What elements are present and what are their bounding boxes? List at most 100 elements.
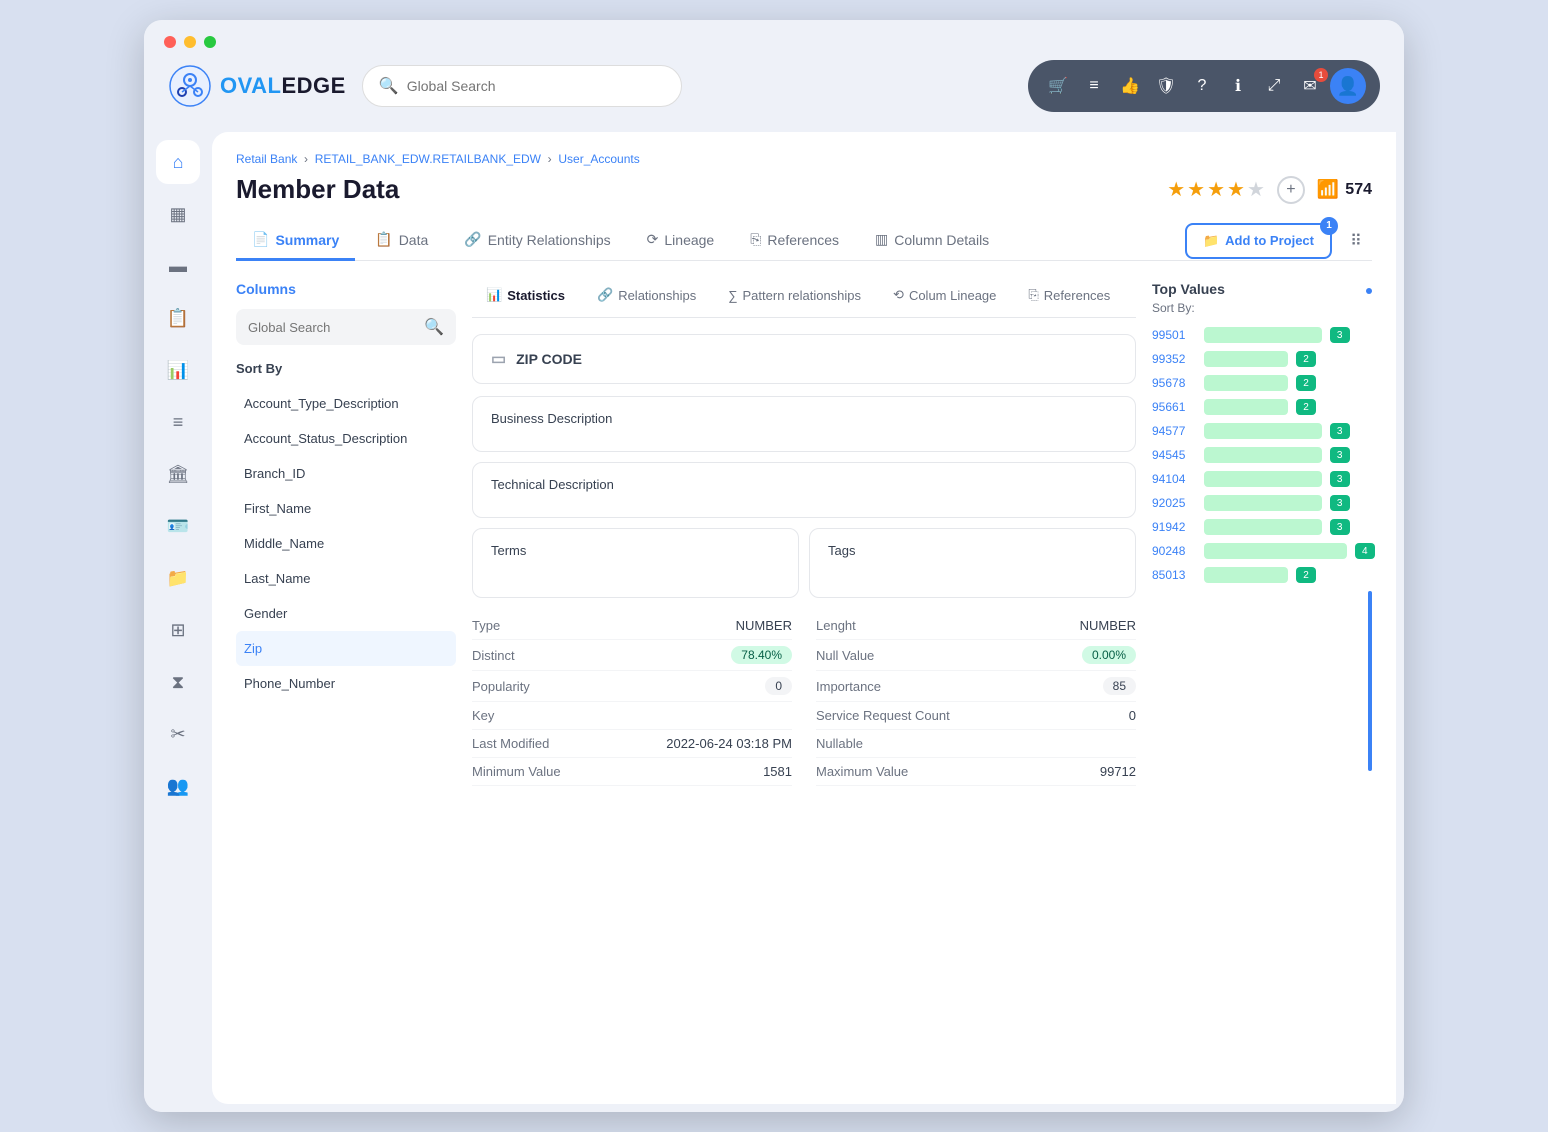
- add-project-icon: 📁: [1203, 233, 1219, 249]
- sub-tab-column-lineage[interactable]: ⟲ Colum Lineage: [879, 281, 1010, 309]
- add-star-button[interactable]: +: [1277, 176, 1305, 204]
- sidebar-item-list[interactable]: ≡: [156, 400, 200, 444]
- main-layout: ⌂ ▦ ▬ 📋 📊 ≡ 🏛 🪪 📁 ⊞ ⧗ ✂ 👥 Retail Bank › …: [144, 124, 1404, 1112]
- distinct-value: 78.40%: [731, 646, 792, 664]
- sidebar-item-bank[interactable]: 🏛: [156, 452, 200, 496]
- column-search[interactable]: 🔍: [236, 309, 456, 345]
- value-row-10: 85013 2: [1152, 567, 1372, 583]
- tab-column-details[interactable]: ▥ Column Details: [859, 221, 1005, 261]
- value-label-7[interactable]: 92025: [1152, 496, 1196, 510]
- tags-label: Tags: [828, 543, 855, 558]
- expand-icon-btn[interactable]: ⤢: [1258, 70, 1290, 102]
- type-label: Type: [472, 618, 500, 633]
- column-item-2[interactable]: Branch_ID: [236, 456, 456, 491]
- value-label-8[interactable]: 91942: [1152, 520, 1196, 534]
- value-label-1[interactable]: 99352: [1152, 352, 1196, 366]
- value-label-0[interactable]: 99501: [1152, 328, 1196, 342]
- mail-icon-btn[interactable]: ✉ 1: [1294, 70, 1326, 102]
- column-item-8[interactable]: Phone_Number: [236, 666, 456, 701]
- value-bar-10: 2: [1204, 567, 1288, 583]
- user-avatar-btn[interactable]: 👤: [1330, 68, 1366, 104]
- tab-summary[interactable]: 📄 Summary: [236, 221, 355, 261]
- value-count-7: 3: [1330, 495, 1350, 511]
- sidebar-item-clipboard[interactable]: 📋: [156, 296, 200, 340]
- value-count-4: 3: [1330, 423, 1350, 439]
- value-label-4[interactable]: 94577: [1152, 424, 1196, 438]
- info-icon-btn[interactable]: ℹ: [1222, 70, 1254, 102]
- help-icon-btn[interactable]: ?: [1186, 70, 1218, 102]
- sidebar-item-chart[interactable]: 📊: [156, 348, 200, 392]
- sidebar-item-hourglass[interactable]: ⧗: [156, 660, 200, 704]
- logo-text-part1: OVAL: [220, 73, 281, 98]
- value-label-5[interactable]: 94545: [1152, 448, 1196, 462]
- value-label-2[interactable]: 95678: [1152, 376, 1196, 390]
- stat-popularity: Popularity 0: [472, 671, 792, 702]
- sub-tab-pattern-rel[interactable]: ∑ Pattern relationships: [714, 281, 875, 309]
- value-bar-5: 3: [1204, 447, 1322, 463]
- min-value-label: Minimum Value: [472, 764, 561, 779]
- value-label-3[interactable]: 95661: [1152, 400, 1196, 414]
- breadcrumb-retail-bank[interactable]: Retail Bank: [236, 152, 297, 166]
- column-item-6[interactable]: Gender: [236, 596, 456, 631]
- right-scrollbar-track[interactable]: [1368, 591, 1372, 771]
- sidebar-item-document[interactable]: ▬: [156, 244, 200, 288]
- star-3: ★: [1207, 177, 1225, 202]
- stat-type: Type NUMBER: [472, 612, 792, 640]
- logo-area: OVALEDGE: [168, 64, 346, 108]
- sidebar-item-grid[interactable]: ⊞: [156, 608, 200, 652]
- column-search-input[interactable]: [248, 320, 416, 335]
- column-item-4[interactable]: Middle_Name: [236, 526, 456, 561]
- distinct-label: Distinct: [472, 648, 515, 663]
- sidebar-item-table[interactable]: ▦: [156, 192, 200, 236]
- sidebar-item-users[interactable]: 👥: [156, 764, 200, 808]
- app-window: OVALEDGE 🔍 🛒 ≡ 👍 🛡 ? ℹ ⤢ ✉ 1 👤 ⌂ ▦: [144, 20, 1404, 1112]
- sidebar-item-tools[interactable]: ✂: [156, 712, 200, 756]
- value-row-3: 95661 2: [1152, 399, 1372, 415]
- close-dot[interactable]: [164, 36, 176, 48]
- shield-icon-btn[interactable]: 🛡: [1150, 70, 1182, 102]
- value-label-10[interactable]: 85013: [1152, 568, 1196, 582]
- nav-icons-bar: 🛒 ≡ 👍 🛡 ? ℹ ⤢ ✉ 1 👤: [1028, 60, 1380, 112]
- value-bar-wrap-1: 2: [1204, 351, 1372, 367]
- value-label-9[interactable]: 90248: [1152, 544, 1196, 558]
- sigma-icon: ∑: [728, 288, 737, 303]
- value-bar-wrap-9: 4: [1204, 543, 1372, 559]
- breadcrumb-user-accounts: User_Accounts: [558, 152, 639, 166]
- tab-data[interactable]: 📋 Data: [359, 221, 444, 261]
- star-rating[interactable]: ★ ★ ★ ★ ★: [1167, 177, 1265, 202]
- value-label-6[interactable]: 94104: [1152, 472, 1196, 486]
- right-scrollbar[interactable]: [1366, 288, 1372, 294]
- like-icon-btn[interactable]: 👍: [1114, 70, 1146, 102]
- column-item-7[interactable]: Zip: [236, 631, 456, 666]
- list-icon-btn[interactable]: ≡: [1078, 70, 1110, 102]
- column-item-5[interactable]: Last_Name: [236, 561, 456, 596]
- tab-entity-relationships[interactable]: 🔗 Entity Relationships: [448, 221, 626, 261]
- sub-tab-statistics[interactable]: 📊 Statistics: [472, 281, 579, 309]
- business-description-card: Business Description: [472, 396, 1136, 452]
- tab-lineage[interactable]: ⟳ Lineage: [631, 221, 731, 261]
- minimize-dot[interactable]: [184, 36, 196, 48]
- stats-grid: Type NUMBER Distinct 78.40% Popularity 0: [472, 612, 1136, 786]
- cart-icon-btn[interactable]: 🛒: [1042, 70, 1074, 102]
- sub-tab-references[interactable]: ⎘ References: [1014, 281, 1124, 309]
- breadcrumb-edw[interactable]: RETAIL_BANK_EDW.RETAILBANK_EDW: [315, 152, 541, 166]
- column-item-1[interactable]: Account_Status_Description: [236, 421, 456, 456]
- maximize-dot[interactable]: [204, 36, 216, 48]
- sidebar-item-home[interactable]: ⌂: [156, 140, 200, 184]
- global-search-bar[interactable]: 🔍: [362, 65, 682, 107]
- stat-nullable: Nullable: [816, 730, 1136, 758]
- value-bar-0: 3: [1204, 327, 1322, 343]
- column-item-0[interactable]: Account_Type_Description: [236, 386, 456, 421]
- value-count-5: 3: [1330, 447, 1350, 463]
- search-input[interactable]: [407, 78, 665, 94]
- column-item-3[interactable]: First_Name: [236, 491, 456, 526]
- tab-references[interactable]: ⎘ References: [734, 221, 855, 261]
- value-row-9: 90248 4: [1152, 543, 1372, 559]
- sub-tab-stats-label: Statistics: [507, 288, 565, 303]
- add-to-project-button[interactable]: 📁 Add to Project 1: [1185, 223, 1332, 259]
- sidebar-item-folder[interactable]: 📁: [156, 556, 200, 600]
- sub-tab-relationships[interactable]: 🔗 Relationships: [583, 281, 710, 309]
- sidebar-item-idcard[interactable]: 🪪: [156, 504, 200, 548]
- title-bar: [144, 20, 1404, 48]
- grid-view-button[interactable]: ⠿: [1340, 225, 1372, 257]
